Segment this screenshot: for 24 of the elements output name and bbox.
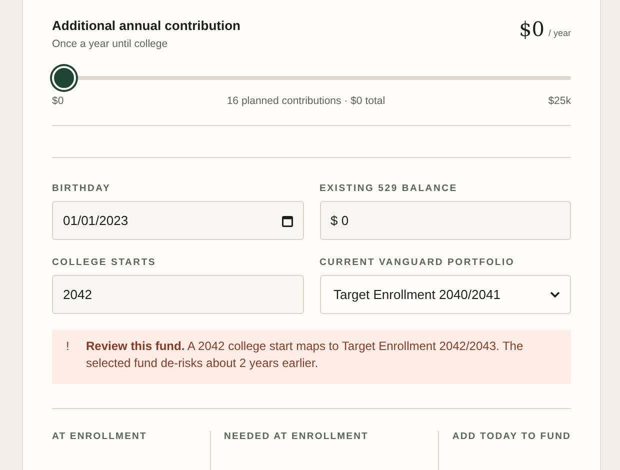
slider-thumb[interactable]: [52, 66, 76, 90]
field-label: BIRTHDAY: [52, 183, 112, 194]
alert-icon: !: [66, 338, 72, 372]
year-field[interactable]: 2042: [52, 275, 304, 314]
contribution-amount: $0: [519, 17, 544, 41]
date-field[interactable]: 01/01/2023: [52, 201, 304, 240]
portfolio-select[interactable]: Target Enrollment 2040/2041: [320, 275, 571, 314]
alert-message: Review this fund. A 2042 college start maps to Target Enrollment 2042/2043. The selected fund de-risks about 2 years earlier.: [86, 338, 524, 372]
unit-label: / year: [548, 28, 571, 38]
section-subtitle: Once a year until college: [52, 38, 169, 50]
field-label: COLLEGE STARTS: [52, 257, 158, 268]
field-label: CURRENT VANGUARD PORTFOLIO: [320, 257, 516, 268]
stat-label: NEEDED AT ENROLLMENT: [224, 431, 368, 442]
summary-text: 16 planned contributions · $0 total: [226, 95, 386, 107]
stat-label: ADD TODAY TO FUND: [452, 431, 571, 442]
contribution-slider[interactable]: [52, 66, 571, 90]
stat-label: AT ENROLLMENT: [52, 431, 147, 442]
balance-field[interactable]: $ 0: [320, 201, 571, 240]
max-label: $25k: [548, 95, 571, 107]
calendar-icon[interactable]: [282, 214, 292, 226]
section-title: Additional annual contribution: [52, 18, 240, 33]
field-label: EXISTING 529 BALANCE: [320, 183, 458, 194]
chevron-down-icon[interactable]: [550, 291, 560, 298]
min-label: $0: [52, 95, 64, 107]
